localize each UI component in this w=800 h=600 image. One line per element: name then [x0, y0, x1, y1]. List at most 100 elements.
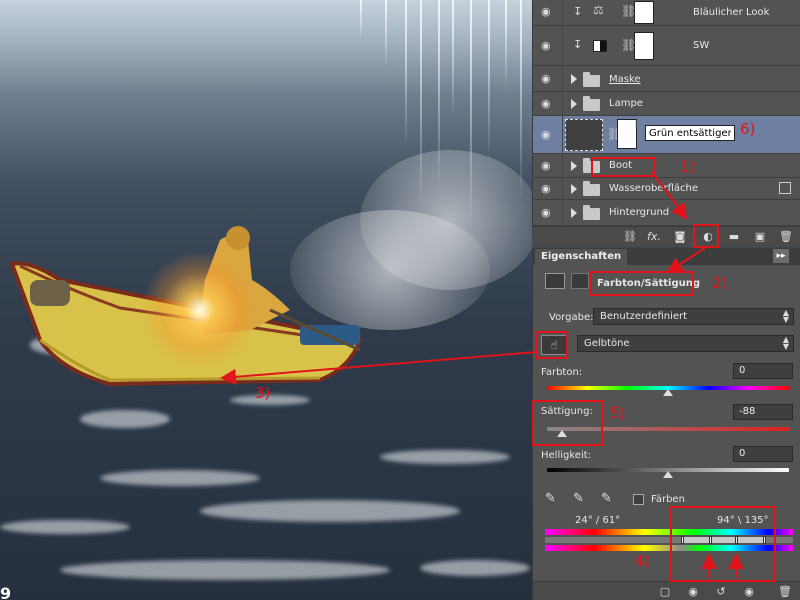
rain-streak — [488, 0, 490, 160]
smart-object-icon — [779, 182, 791, 194]
collapse-panel-button[interactable]: ▸▸ — [773, 249, 789, 263]
layer-mask-thumbnail[interactable] — [634, 1, 654, 24]
clip-arrow-icon: ↧ — [573, 5, 583, 18]
lightness-label: Helligkeit: — [541, 450, 592, 461]
eye-icon[interactable]: ◉ — [541, 207, 555, 218]
lightness-slider-thumb[interactable] — [663, 471, 673, 478]
eye-icon[interactable]: ◉ — [541, 73, 555, 84]
visibility-icon[interactable]: ◉ — [741, 585, 757, 599]
corner-glyph: 9 — [0, 584, 12, 600]
clip-arrow-icon: ↧ — [573, 38, 583, 51]
annotation-number-6: 6) — [740, 120, 756, 138]
wave-crest — [420, 560, 530, 576]
colorize-label: Färben — [651, 494, 685, 505]
preset-value: Benutzerdefiniert — [600, 311, 688, 322]
rain-streak — [505, 0, 507, 90]
colorize-checkbox[interactable] — [633, 494, 644, 505]
link-icon[interactable]: ⛓ — [622, 230, 638, 244]
layer-name: Hintergrund — [609, 207, 670, 218]
hue-saturation-icon[interactable] — [545, 273, 565, 289]
expand-caret-icon[interactable] — [571, 99, 577, 109]
eye-icon[interactable]: ◉ — [541, 160, 555, 171]
trash-icon[interactable]: 🗑 — [778, 230, 794, 244]
rain-streak — [405, 0, 407, 150]
view-previous-icon[interactable]: ◉ — [685, 585, 701, 599]
annotation-box-saturation — [532, 400, 603, 446]
eye-icon[interactable]: ◉ — [541, 183, 555, 194]
annotation-number-4: 4) — [634, 552, 650, 570]
mask-icon[interactable]: ◙ — [672, 230, 688, 244]
layer-mask-thumbnail[interactable] — [634, 32, 654, 60]
eye-icon[interactable]: ◉ — [541, 129, 555, 140]
annotation-box-range — [670, 506, 776, 582]
hue-slider-thumb[interactable] — [663, 389, 673, 396]
properties-tabbar: Eigenschaften ▸▸ — [533, 248, 800, 265]
wave-crest — [60, 560, 390, 580]
layers-toolbar: ⛓ fx. ◙ ◐ ▬ ▣ 🗑 — [532, 226, 800, 247]
range-left-readout: 24° / 61° — [575, 515, 621, 526]
layer-row[interactable]: ◉ Lampe — [533, 92, 800, 116]
lightness-field[interactable]: 0 — [733, 446, 793, 462]
layers-panel: ◉ ↧ ⚖ ⛓ Bläulicher Look ◉ ↧ ⛓ SW ◉ Maske… — [532, 0, 800, 247]
layer-row[interactable]: ◉ Boot — [533, 154, 800, 178]
wave-crest — [80, 410, 170, 428]
rain-streak — [385, 0, 387, 70]
wave-crest — [200, 500, 460, 522]
folder-icon — [583, 72, 600, 87]
annotation-number-2: 2) — [712, 274, 728, 292]
layer-name: Maske — [609, 74, 641, 85]
wave-crest — [100, 470, 260, 486]
expand-caret-icon[interactable] — [571, 161, 577, 171]
reset-icon[interactable]: ↺ — [713, 585, 729, 599]
eyedropper-minus-icon[interactable]: ✎ — [601, 491, 612, 506]
eyedropper-plus-icon[interactable]: ✎ — [573, 491, 584, 506]
black-white-icon — [593, 40, 607, 52]
lamp-glow — [140, 250, 260, 370]
rain-streak — [452, 0, 454, 120]
annotation-box-adjustment-button — [693, 224, 719, 248]
folder-icon — [583, 96, 600, 111]
mask-icon[interactable] — [571, 273, 589, 289]
layer-name: SW — [693, 40, 710, 51]
properties-tab[interactable]: Eigenschaften — [535, 249, 628, 265]
clip-to-layer-icon[interactable]: ▢ — [657, 585, 673, 599]
eye-icon[interactable]: ◉ — [541, 6, 555, 17]
layer-name: Bläulicher Look — [693, 7, 770, 18]
annotation-box-targeted-tool — [536, 331, 568, 359]
updown-icon: ▲ ▼ — [782, 335, 789, 351]
hue-label: Farbton: — [541, 367, 583, 378]
annotation-box-title — [590, 271, 694, 296]
saturation-field[interactable]: -88 — [733, 404, 793, 420]
hue-field[interactable]: 0 — [733, 363, 793, 379]
layer-row[interactable]: ◉ ↧ ⚖ ⛓ Bläulicher Look — [533, 0, 800, 26]
layer-row[interactable]: ◉ Maske — [533, 66, 800, 92]
eye-icon[interactable]: ◉ — [541, 98, 555, 109]
annotation-number-1: 1) — [680, 158, 696, 176]
wave-crest — [0, 520, 130, 534]
layer-row[interactable]: ◉ ↧ ⛓ SW — [533, 26, 800, 66]
folder-icon[interactable]: ▬ — [726, 230, 742, 244]
layer-row[interactable]: ◉ Wasseroberfläche — [533, 178, 800, 200]
eyedropper-icon[interactable]: ✎ — [545, 491, 556, 506]
layer-rename-input[interactable] — [645, 125, 735, 141]
expand-caret-icon[interactable] — [571, 74, 577, 84]
layer-name: Wasseroberfläche — [609, 183, 698, 194]
updown-icon: ▲ ▼ — [782, 308, 789, 324]
layer-row[interactable]: ◉ Hintergrund — [533, 200, 800, 226]
folder-icon — [583, 181, 600, 196]
balance-icon: ⚖ — [593, 3, 604, 17]
eye-icon[interactable]: ◉ — [541, 40, 555, 51]
expand-caret-icon[interactable] — [571, 208, 577, 218]
new-layer-icon[interactable]: ▣ — [752, 230, 768, 244]
fx-icon[interactable]: fx. — [646, 230, 662, 244]
folder-icon — [583, 205, 600, 220]
preset-select[interactable]: Benutzerdefiniert ▲ ▼ — [593, 308, 794, 325]
annotation-box-boot — [591, 157, 655, 177]
hue-saturation-icon[interactable] — [565, 119, 603, 151]
rain-streak — [520, 0, 522, 200]
expand-caret-icon[interactable] — [571, 184, 577, 194]
annotation-number-5: 5) — [610, 404, 626, 422]
preset-label: Vorgabe: — [549, 312, 594, 323]
trash-icon[interactable]: 🗑 — [777, 585, 793, 599]
range-select[interactable]: Gelbtöne ▲ ▼ — [577, 335, 794, 352]
